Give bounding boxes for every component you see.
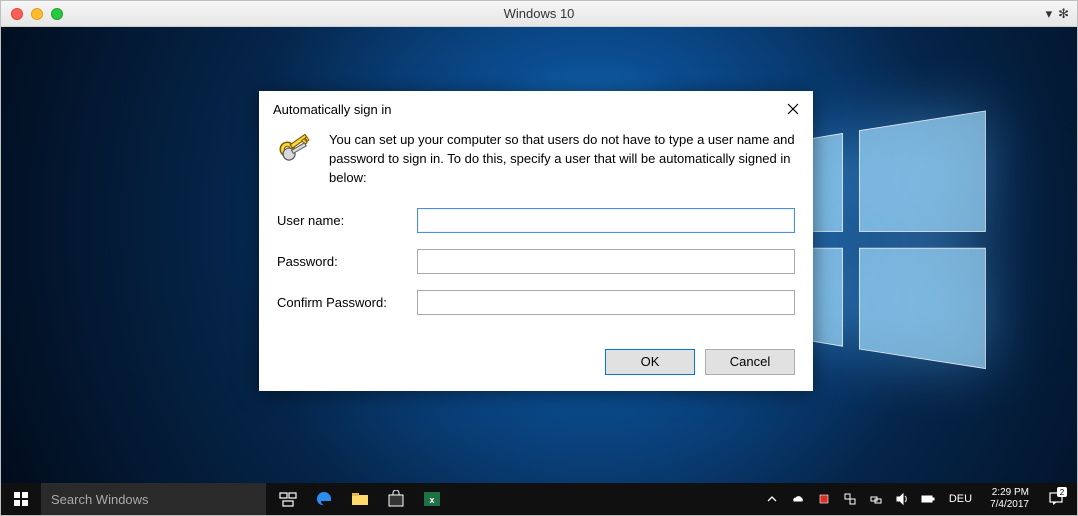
edge-icon[interactable]: [306, 483, 342, 515]
gear-icon[interactable]: ✻: [1058, 6, 1069, 22]
search-placeholder: Search Windows: [51, 492, 149, 507]
store-icon[interactable]: [378, 483, 414, 515]
search-input[interactable]: Search Windows: [41, 483, 266, 515]
tray-time: 2:29 PM: [992, 487, 1029, 499]
tray-vm-tools-icon[interactable]: [841, 490, 859, 508]
tray-network-icon[interactable]: [867, 490, 885, 508]
notification-badge: 2: [1057, 487, 1067, 497]
cancel-button[interactable]: Cancel: [705, 349, 795, 375]
action-center-icon[interactable]: 2: [1043, 483, 1069, 515]
auto-signin-dialog: Automatically sign in: [259, 91, 813, 391]
tray-onedrive-icon[interactable]: [789, 490, 807, 508]
close-icon[interactable]: [783, 99, 803, 119]
tray-security-icon[interactable]: [815, 490, 833, 508]
tray-date: 7/4/2017: [990, 499, 1029, 511]
username-row: User name:: [277, 208, 795, 233]
excel-icon[interactable]: x: [414, 483, 450, 515]
pinned-apps: x: [270, 483, 450, 515]
dialog-titlebar: Automatically sign in: [259, 91, 813, 129]
tray-clock[interactable]: 2:29 PM 7/4/2017: [984, 487, 1035, 511]
confirm-password-row: Confirm Password:: [277, 290, 795, 315]
tray-volume-icon[interactable]: [893, 490, 911, 508]
confirm-password-input[interactable]: [417, 290, 795, 315]
confirm-password-label: Confirm Password:: [277, 295, 417, 310]
vm-viewport: Automatically sign in: [1, 27, 1077, 515]
dialog-title: Automatically sign in: [273, 102, 392, 117]
username-label: User name:: [277, 213, 417, 228]
dropdown-indicator-icon[interactable]: ▾: [1046, 6, 1053, 22]
password-input[interactable]: [417, 249, 795, 274]
ok-button[interactable]: OK: [605, 349, 695, 375]
taskbar: Search Windows x: [1, 483, 1077, 515]
dialog-description: You can set up your computer so that use…: [329, 131, 795, 188]
vm-host-window: Windows 10 ▾ ✻ Automatically: [0, 0, 1078, 516]
tray-battery-icon[interactable]: [919, 490, 937, 508]
start-button[interactable]: [1, 483, 41, 515]
tray-chevron-up-icon[interactable]: [763, 490, 781, 508]
svg-text:x: x: [429, 495, 434, 505]
file-explorer-icon[interactable]: [342, 483, 378, 515]
mac-titlebar: Windows 10 ▾ ✻: [1, 1, 1077, 27]
username-input[interactable]: [417, 208, 795, 233]
dialog-body: You can set up your computer so that use…: [259, 129, 813, 347]
password-label: Password:: [277, 254, 417, 269]
window-title: Windows 10: [1, 6, 1077, 21]
password-row: Password:: [277, 249, 795, 274]
dialog-description-row: You can set up your computer so that use…: [277, 129, 795, 188]
dialog-button-row: OK Cancel: [259, 347, 813, 391]
vm-controls: ▾ ✻: [1046, 6, 1069, 22]
keys-icon: [277, 131, 317, 171]
tray-language[interactable]: DEU: [945, 493, 976, 505]
system-tray: DEU 2:29 PM 7/4/2017 2: [763, 483, 1071, 515]
task-view-icon[interactable]: [270, 483, 306, 515]
